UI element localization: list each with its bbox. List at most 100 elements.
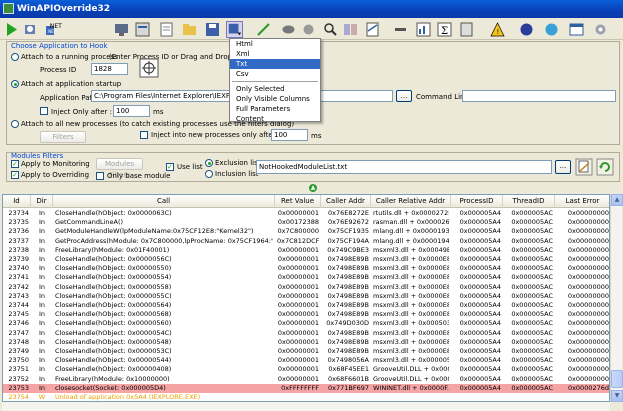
inject-only-after-checkbox[interactable] bbox=[40, 107, 48, 115]
table-row[interactable]: 23753 In closesocket(Socket: 0x000005D4) 0x… bbox=[3, 383, 609, 393]
exclusion-list-radio[interactable] bbox=[205, 159, 213, 167]
table-row[interactable]: 23748 In CloseHandle(hObject: 0x00000548) 0… bbox=[3, 338, 609, 347]
start-icon[interactable] bbox=[3, 21, 20, 38]
column-header[interactable]: ProcessID bbox=[451, 195, 503, 208]
table-cell: 0x75CF194A bbox=[327, 236, 369, 245]
attach-running-radio[interactable] bbox=[11, 53, 19, 61]
table-row[interactable]: 23744 In CloseHandle(hObject: 0x00000564) 0… bbox=[3, 301, 609, 310]
inject-new-checkbox[interactable] bbox=[140, 131, 148, 139]
export-menu-item-csv[interactable]: Csv bbox=[230, 69, 320, 79]
column-header[interactable]: Call bbox=[53, 195, 275, 208]
search-icon[interactable] bbox=[322, 21, 339, 38]
table-row[interactable]: 23746 In CloseHandle(hObject: 0x00000560) 0… bbox=[3, 319, 609, 328]
crosshair-icon[interactable] bbox=[139, 58, 159, 78]
table-row[interactable]: 23742 In CloseHandle(hObject: 0x00000558) 0… bbox=[3, 283, 609, 292]
table-row[interactable]: 23737 In GetProcAddress(hModule: 0x7C80000… bbox=[3, 236, 609, 246]
table-row[interactable]: 23740 In CloseHandle(hObject: 0x00000550) 0… bbox=[3, 264, 609, 273]
table-row[interactable]: 23750 In CloseHandle(hObject: 0x00000544) 0… bbox=[3, 356, 609, 365]
attach-all-radio[interactable] bbox=[11, 120, 19, 128]
column-header[interactable]: Caller Addr bbox=[321, 195, 371, 208]
table-row[interactable]: 23739 In CloseHandle(hObject: 0x0000056C) 0… bbox=[3, 255, 609, 264]
export-menu-option[interactable]: Only Selected bbox=[230, 84, 320, 94]
scroll-thumb[interactable] bbox=[611, 370, 623, 388]
filters-button[interactable]: Filters bbox=[40, 131, 86, 143]
only-base-module-checkbox[interactable] bbox=[96, 172, 104, 180]
warning-icon[interactable]: ! bbox=[489, 21, 506, 38]
use-list-checkbox[interactable]: ✓ bbox=[166, 163, 174, 171]
net-hook-icon[interactable] bbox=[300, 21, 317, 38]
table-cell: 0x000005AC bbox=[511, 365, 553, 374]
load-icon[interactable] bbox=[181, 21, 198, 38]
table-row[interactable]: 23743 In CloseHandle(hObject: 0x0000055C) 0… bbox=[3, 292, 609, 301]
table-row[interactable]: 23749 In CloseHandle(hObject: 0x0000053C) 0… bbox=[3, 347, 609, 356]
collapse-icon[interactable]: ▲ bbox=[309, 184, 317, 192]
panel-splitter[interactable]: ▲ bbox=[0, 183, 623, 193]
settings-icon[interactable] bbox=[592, 21, 609, 38]
table-cell: 23746 bbox=[8, 319, 29, 328]
web-icon[interactable] bbox=[543, 21, 560, 38]
compare-icon[interactable] bbox=[342, 21, 359, 38]
export-menu-item-txt[interactable]: Txt bbox=[230, 59, 320, 69]
column-header[interactable]: Id bbox=[3, 195, 31, 208]
table-row[interactable]: 23736 In GetModuleHandleW(lpModuleName:0x7… bbox=[3, 227, 609, 236]
column-header[interactable]: Ret Value bbox=[275, 195, 321, 208]
attach-icon[interactable] bbox=[22, 21, 39, 38]
table-cell: 0x00000000 bbox=[567, 245, 609, 254]
table-cell: In bbox=[38, 374, 46, 383]
inclusion-list-label: Inclusion list bbox=[215, 170, 259, 178]
filter-icon[interactable] bbox=[364, 21, 381, 38]
hook-icon[interactable] bbox=[280, 21, 297, 38]
export-menu-item-html[interactable]: Html bbox=[230, 39, 320, 49]
column-header[interactable]: Dir bbox=[31, 195, 53, 208]
table-row[interactable]: 23747 In CloseHandle(hObject: 0x0000054C) 0… bbox=[3, 329, 609, 338]
table-row[interactable]: 23751 In CloseHandle(hObject: 0x00000408) 0… bbox=[3, 365, 609, 374]
inclusion-list-radio[interactable] bbox=[205, 170, 213, 178]
sigma-icon[interactable]: Σ bbox=[436, 21, 453, 38]
modules-filters-button[interactable]: Modules Filters bbox=[96, 158, 143, 179]
scroll-up-icon[interactable]: ▲ bbox=[611, 194, 623, 206]
table-row[interactable]: 23741 In CloseHandle(hObject: 0x00000554) 0… bbox=[3, 273, 609, 282]
column-header[interactable]: Caller Relative Addr bbox=[371, 195, 451, 208]
export-menu-option[interactable]: Full Parameters Content bbox=[230, 104, 320, 123]
export-menu-option[interactable]: Only Visible Columns bbox=[230, 94, 320, 104]
export-icon[interactable] bbox=[226, 21, 243, 38]
table-cell: 0x00000001 bbox=[277, 347, 319, 355]
log-icon[interactable] bbox=[158, 21, 175, 38]
horizontal-scrollbar[interactable] bbox=[2, 402, 610, 411]
scroll-down-icon[interactable]: ▼ bbox=[611, 390, 623, 402]
edit-list-icon[interactable] bbox=[575, 158, 593, 176]
inject-only-after-input[interactable]: 100 bbox=[113, 105, 150, 117]
options-icon[interactable] bbox=[134, 21, 151, 38]
list-file-browse-button[interactable]: ... bbox=[555, 160, 571, 174]
attach-startup-radio[interactable] bbox=[11, 80, 19, 88]
table-row[interactable]: 23738 In FreeLibrary(hModule: 0x01F40001) 0… bbox=[3, 245, 609, 255]
reload-icon[interactable] bbox=[596, 158, 614, 176]
help-icon[interactable] bbox=[518, 21, 535, 38]
calc-icon[interactable] bbox=[458, 21, 475, 38]
list-file-input[interactable]: NotHookedModuleList.txt bbox=[256, 160, 552, 174]
toolbar: .NET .NET Σ ! bbox=[0, 18, 623, 40]
window-icon[interactable] bbox=[568, 21, 585, 38]
monitor-icon[interactable] bbox=[113, 21, 130, 38]
column-header[interactable]: Last Error bbox=[555, 195, 609, 208]
stats-icon[interactable] bbox=[415, 21, 432, 38]
table-row[interactable]: 23754 W Unload of application 0x5A4 (IEXPL… bbox=[3, 393, 609, 401]
link-icon[interactable] bbox=[392, 21, 409, 38]
column-header[interactable]: ThreadID bbox=[503, 195, 555, 208]
table-row[interactable]: 23734 In CloseHandle(hObject: 0x0000063C) 0… bbox=[3, 209, 609, 218]
vertical-scrollbar[interactable]: ▲ ▼ bbox=[610, 194, 623, 402]
table-row[interactable]: 23735 In GetCommandLineA() 0x00172388 0x76E9… bbox=[3, 218, 609, 227]
inject-new-input[interactable]: 100 bbox=[271, 129, 308, 141]
pen-icon[interactable] bbox=[255, 21, 272, 38]
export-menu-item-xml[interactable]: Xml bbox=[230, 49, 320, 59]
save-icon[interactable] bbox=[204, 21, 221, 38]
app-path-browse-button[interactable]: ... bbox=[396, 90, 412, 102]
table-cell: GrooveUtil.DLL + 0x0000601B bbox=[373, 374, 449, 383]
process-id-input[interactable]: 1828 bbox=[91, 63, 128, 75]
apply-monitoring-checkbox[interactable]: ✓ bbox=[11, 160, 19, 168]
table-row[interactable]: 23745 In CloseHandle(hObject: 0x00000568) 0… bbox=[3, 310, 609, 319]
table-cell: rtutils.dll + 0x0000272E bbox=[373, 209, 449, 217]
command-line-input[interactable] bbox=[462, 90, 616, 102]
apply-overriding-checkbox[interactable]: ✓ bbox=[11, 171, 19, 179]
table-row[interactable]: 23752 In FreeLibrary(hModule: 0x10000000) 0… bbox=[3, 374, 609, 384]
